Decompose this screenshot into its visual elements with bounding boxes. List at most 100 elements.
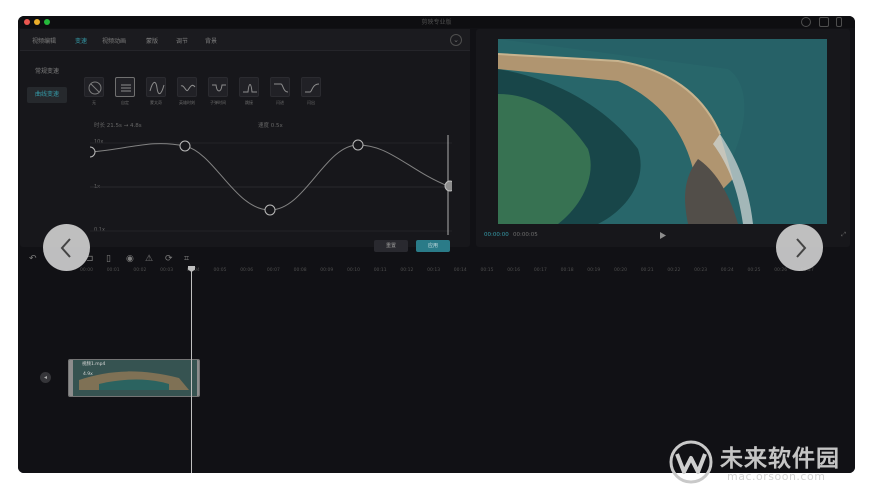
curve-control-point[interactable] (179, 140, 191, 152)
timeline-playhead[interactable] (191, 266, 192, 473)
preset-flash-in[interactable] (270, 77, 290, 97)
ruler-tick-label: 00:12 (400, 268, 414, 273)
next-slide-button[interactable] (776, 224, 823, 271)
preset-flash-out[interactable] (301, 77, 321, 97)
ruler-tick-label: 00:02 (133, 268, 147, 273)
ruler-tick-label: 00:07 (266, 268, 280, 273)
total-timecode: 00:00:05 (513, 232, 538, 238)
preset-montage[interactable] (146, 77, 166, 97)
collapse-panel-button[interactable]: ⌄ (450, 34, 462, 46)
tab-adjust[interactable]: 调节 (176, 36, 188, 45)
delete-icon[interactable]: ▯ (106, 254, 111, 264)
reset-button[interactable]: 重置 (374, 240, 408, 252)
speed-readout: 速度 0.5x (258, 123, 283, 129)
rotate-icon[interactable]: ⟳ (165, 254, 173, 264)
current-timecode: 00:00:00 (484, 232, 509, 238)
curve-control-point[interactable] (264, 204, 276, 216)
preset-bullet[interactable] (208, 77, 228, 97)
export-icon[interactable] (819, 17, 829, 27)
ruler-tick-label: 00:05 (213, 268, 227, 273)
preset-label: 子弹时间 (210, 100, 226, 105)
preset-none[interactable] (84, 77, 104, 97)
dip-curve-icon (180, 84, 196, 92)
curve-control-point[interactable] (352, 139, 364, 151)
play-icon[interactable] (660, 232, 666, 239)
menu-icon[interactable] (836, 17, 842, 27)
track-mute-icon[interactable]: ◂ (40, 372, 51, 383)
clip-speed-badge: 4.9x (83, 372, 93, 377)
ruler-tick-label: 00:25 (747, 268, 761, 273)
tab-background[interactable]: 背景 (205, 36, 217, 45)
apply-button[interactable]: 应用 (416, 240, 450, 252)
help-icon[interactable] (801, 17, 811, 27)
ruler-tick-label: 00:01 (106, 268, 120, 273)
clip-trim-left[interactable] (69, 360, 73, 397)
speed-curve-editor[interactable] (90, 135, 452, 235)
mirror-icon[interactable]: ⚠ (145, 254, 153, 264)
peak-curve-icon (243, 84, 257, 93)
preset-label: 蒙太奇 (150, 100, 162, 105)
ruler-tick-label: 00:24 (720, 268, 734, 273)
ruler-tick-label: 00:13 (427, 268, 441, 273)
ramp-up-icon (305, 83, 320, 93)
preset-label: 英雄时刻 (179, 100, 195, 105)
ruler-tick-label: 00:03 (160, 268, 174, 273)
undo-icon[interactable]: ↶ (29, 254, 37, 264)
ruler-tick-label: 00:26 (774, 268, 788, 273)
clip-trim-right[interactable] (197, 360, 200, 397)
window-title: 剪映专业版 (421, 19, 452, 26)
preset-label: 闪出 (307, 100, 315, 105)
ruler-tick-label: 00:10 (347, 268, 360, 273)
watermark-url: mac.orsoon.com (727, 470, 826, 483)
video-preview (498, 39, 827, 224)
ruler-tick-label: 00:15 (480, 268, 494, 273)
previous-slide-button[interactable] (43, 224, 90, 271)
fullscreen-icon[interactable]: ⤢ (841, 231, 846, 239)
curve-control-point[interactable] (90, 146, 96, 158)
video-clip[interactable]: 视频1.mp4 4.9x (68, 359, 200, 397)
watermark-title: 未来软件园 (720, 446, 840, 472)
title-bar: 剪映专业版 (18, 16, 855, 28)
preset-label: 自定 (121, 100, 129, 105)
ruler-tick-label: 00:19 (587, 268, 601, 273)
timeline-ruler[interactable]: 00:0000:0100:0200:0300:0400:0500:0600:07… (80, 266, 855, 276)
curve-control-point-selected[interactable] (444, 180, 452, 192)
preset-hero[interactable] (177, 77, 197, 97)
tab-video-animation[interactable]: 视频动画 (102, 36, 126, 45)
wave-curve-icon (149, 81, 165, 95)
ruler-tick-label: 00:11 (373, 268, 387, 273)
ruler-tick-label: 00:22 (667, 268, 681, 273)
ruler-tick-label: 00:06 (240, 268, 254, 273)
preset-jump[interactable] (239, 77, 259, 97)
no-symbol-icon (88, 81, 102, 95)
ruler-tick-label: 00:20 (614, 268, 627, 273)
crop-icon[interactable]: ⌗ (184, 254, 189, 264)
preset-custom[interactable] (115, 77, 135, 97)
inspector-panel: 视频编辑 变速 视频动画 蒙版 调节 背景 ⌄ 常规变速 曲线变速 无 自定 蒙… (20, 29, 470, 252)
chevron-left-icon (60, 238, 71, 258)
tab-speed[interactable]: 变速 (75, 36, 87, 45)
side-item-normal-speed[interactable]: 常规变速 (27, 64, 67, 80)
preset-label: 跳接 (245, 100, 253, 105)
preset-label: 无 (92, 100, 96, 105)
valley-curve-icon (212, 84, 226, 92)
freeze-icon[interactable]: ◉ (126, 254, 134, 264)
duration-readout: 时长 21.5s → 4.8s (94, 123, 142, 129)
tab-mask[interactable]: 蒙版 (146, 36, 158, 45)
ruler-tick-label: 00:18 (560, 268, 574, 273)
ruler-tick-label: 00:23 (694, 268, 708, 273)
ruler-tick-label: 00:00 (80, 268, 93, 273)
player-panel: 00:00:00 00:00:05 ⤢ (476, 29, 850, 247)
clip-name: 视频1.mp4 (82, 362, 106, 367)
ruler-tick-label: 00:21 (640, 268, 654, 273)
sliders-icon (121, 84, 131, 92)
tab-video-edit[interactable]: 视频编辑 (32, 36, 56, 45)
speed-curve-line (90, 143, 449, 211)
ruler-tick-label: 00:09 (320, 268, 334, 273)
screenshot-stage: 剪映专业版 视频编辑 变速 视频动画 蒙版 调节 背景 ⌄ 常规变速 曲线变速 (0, 0, 873, 491)
preset-label: 闪进 (276, 100, 284, 105)
ramp-down-icon (274, 83, 289, 93)
watermark-logo-icon (669, 440, 713, 484)
inspector-tabs: 视频编辑 变速 视频动画 蒙版 调节 背景 ⌄ (20, 29, 470, 51)
side-item-curve-speed[interactable]: 曲线变速 (27, 87, 67, 103)
